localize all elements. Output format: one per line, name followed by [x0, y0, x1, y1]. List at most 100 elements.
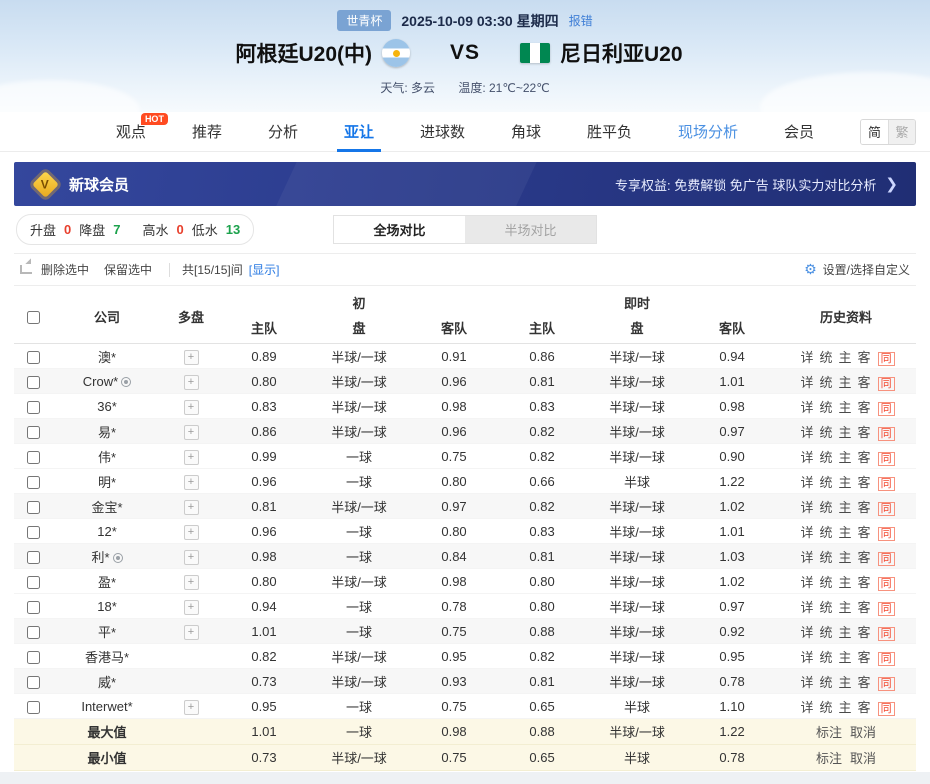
history-stats-link[interactable]: 统: [820, 350, 833, 365]
history-away-link[interactable]: 客: [858, 500, 871, 515]
history-same-link[interactable]: 同: [878, 477, 895, 491]
history-detail-link[interactable]: 详: [801, 675, 814, 690]
multi-odds-button[interactable]: +: [184, 500, 199, 515]
show-link[interactable]: [显示]: [249, 261, 280, 278]
delete-selected-button[interactable]: 删除选中: [41, 261, 89, 278]
history-home-link[interactable]: 主: [839, 500, 852, 515]
row-checkbox[interactable]: [27, 426, 40, 439]
row-checkbox[interactable]: [27, 551, 40, 564]
history-same-link[interactable]: 同: [878, 377, 895, 391]
nav-tab-5[interactable]: 角球: [511, 112, 541, 151]
history-stats-link[interactable]: 统: [820, 650, 833, 665]
history-same-link[interactable]: 同: [878, 627, 895, 641]
history-home-link[interactable]: 主: [839, 450, 852, 465]
history-same-link[interactable]: 同: [878, 352, 895, 366]
history-home-link[interactable]: 主: [839, 475, 852, 490]
history-same-link[interactable]: 同: [878, 602, 895, 616]
history-stats-link[interactable]: 统: [820, 525, 833, 540]
history-stats-link[interactable]: 统: [820, 625, 833, 640]
lang-simplified-button[interactable]: 简: [861, 120, 888, 144]
history-same-link[interactable]: 同: [878, 502, 895, 516]
history-home-link[interactable]: 主: [839, 375, 852, 390]
half-match-tab[interactable]: 半场对比: [465, 216, 596, 243]
history-stats-link[interactable]: 统: [820, 475, 833, 490]
history-away-link[interactable]: 客: [858, 700, 871, 715]
row-checkbox[interactable]: [27, 701, 40, 714]
nav-tab-3[interactable]: 亚让: [344, 112, 374, 151]
row-checkbox[interactable]: [27, 676, 40, 689]
row-checkbox[interactable]: [27, 401, 40, 414]
row-checkbox[interactable]: [27, 501, 40, 514]
history-detail-link[interactable]: 详: [801, 450, 814, 465]
history-away-link[interactable]: 客: [858, 375, 871, 390]
multi-odds-button[interactable]: +: [184, 350, 199, 365]
row-checkbox[interactable]: [27, 576, 40, 589]
annotate-link[interactable]: 标注: [816, 751, 842, 766]
history-stats-link[interactable]: 统: [820, 600, 833, 615]
full-match-tab[interactable]: 全场对比: [334, 216, 465, 243]
row-checkbox[interactable]: [27, 626, 40, 639]
history-away-link[interactable]: 客: [858, 575, 871, 590]
vip-member-banner[interactable]: V 新球会员 专享权益: 免费解锁 免广告 球队实力对比分析 ❯: [14, 162, 916, 206]
row-checkbox[interactable]: [27, 451, 40, 464]
annotate-link[interactable]: 标注: [816, 725, 842, 740]
cancel-link[interactable]: 取消: [850, 725, 876, 740]
history-home-link[interactable]: 主: [839, 550, 852, 565]
row-checkbox[interactable]: [27, 351, 40, 364]
lang-traditional-button[interactable]: 繁: [888, 120, 915, 144]
history-detail-link[interactable]: 详: [801, 350, 814, 365]
history-home-link[interactable]: 主: [839, 700, 852, 715]
select-all-checkbox[interactable]: [27, 311, 40, 324]
history-away-link[interactable]: 客: [858, 600, 871, 615]
history-home-link[interactable]: 主: [839, 350, 852, 365]
nav-tab-4[interactable]: 进球数: [420, 112, 465, 151]
multi-odds-button[interactable]: +: [184, 375, 199, 390]
row-checkbox[interactable]: [27, 526, 40, 539]
history-stats-link[interactable]: 统: [820, 700, 833, 715]
history-detail-link[interactable]: 详: [801, 475, 814, 490]
nav-tab-8[interactable]: 会员: [784, 112, 814, 151]
history-same-link[interactable]: 同: [878, 677, 895, 691]
history-detail-link[interactable]: 详: [801, 700, 814, 715]
row-checkbox[interactable]: [27, 651, 40, 664]
history-detail-link[interactable]: 详: [801, 650, 814, 665]
keep-selected-button[interactable]: 保留选中: [104, 261, 152, 278]
history-stats-link[interactable]: 统: [820, 400, 833, 415]
history-detail-link[interactable]: 详: [801, 500, 814, 515]
multi-odds-button[interactable]: +: [184, 550, 199, 565]
multi-odds-button[interactable]: +: [184, 425, 199, 440]
history-home-link[interactable]: 主: [839, 575, 852, 590]
history-stats-link[interactable]: 统: [820, 675, 833, 690]
nav-tab-6[interactable]: 胜平负: [587, 112, 632, 151]
row-checkbox[interactable]: [27, 376, 40, 389]
nav-tab-0[interactable]: 观点HOT: [116, 112, 146, 151]
nav-tab-7[interactable]: 现场分析: [678, 112, 738, 151]
multi-odds-button[interactable]: +: [184, 600, 199, 615]
history-home-link[interactable]: 主: [839, 525, 852, 540]
history-stats-link[interactable]: 统: [820, 500, 833, 515]
history-same-link[interactable]: 同: [878, 452, 895, 466]
multi-odds-button[interactable]: +: [184, 625, 199, 640]
history-detail-link[interactable]: 详: [801, 525, 814, 540]
history-away-link[interactable]: 客: [858, 625, 871, 640]
history-home-link[interactable]: 主: [839, 600, 852, 615]
history-stats-link[interactable]: 统: [820, 575, 833, 590]
history-stats-link[interactable]: 统: [820, 550, 833, 565]
history-same-link[interactable]: 同: [878, 552, 895, 566]
history-detail-link[interactable]: 详: [801, 575, 814, 590]
history-stats-link[interactable]: 统: [820, 375, 833, 390]
history-same-link[interactable]: 同: [878, 652, 895, 666]
history-away-link[interactable]: 客: [858, 450, 871, 465]
nav-tab-2[interactable]: 分析: [268, 112, 298, 151]
history-home-link[interactable]: 主: [839, 675, 852, 690]
history-away-link[interactable]: 客: [858, 675, 871, 690]
history-home-link[interactable]: 主: [839, 400, 852, 415]
history-same-link[interactable]: 同: [878, 702, 895, 716]
history-stats-link[interactable]: 统: [820, 425, 833, 440]
history-away-link[interactable]: 客: [858, 525, 871, 540]
history-away-link[interactable]: 客: [858, 350, 871, 365]
history-home-link[interactable]: 主: [839, 425, 852, 440]
history-detail-link[interactable]: 详: [801, 625, 814, 640]
history-detail-link[interactable]: 详: [801, 425, 814, 440]
multi-odds-button[interactable]: +: [184, 400, 199, 415]
